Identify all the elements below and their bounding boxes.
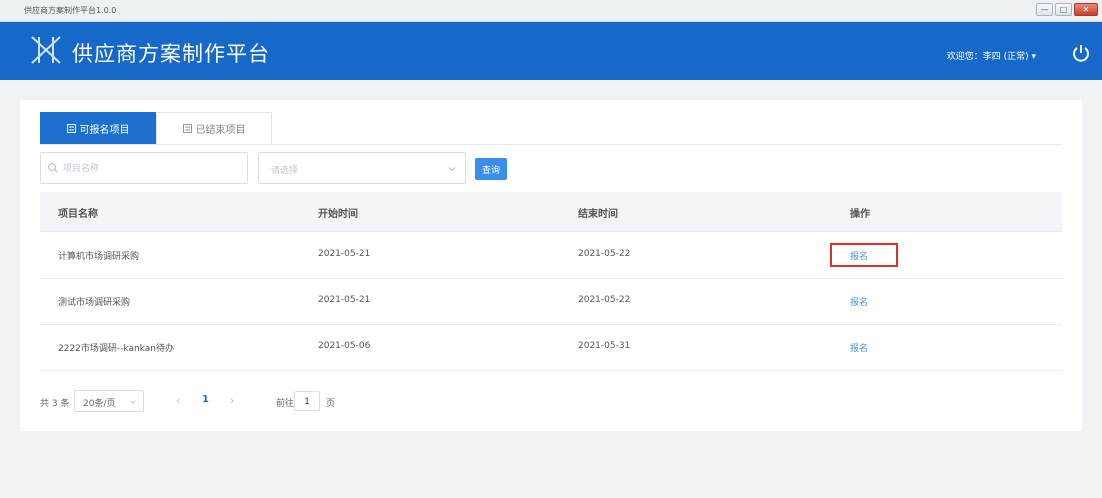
register-link[interactable]: 报名 — [850, 295, 868, 308]
chevron-down-icon — [130, 400, 136, 404]
table-row: 计算机市场调研采购 2021-05-21 2021-05-22 报名 — [40, 233, 1062, 279]
window-title: 供应商方案制作平台1.0.0 — [24, 6, 117, 15]
project-tabs: 可报名项目 已结束项目 — [40, 112, 272, 144]
cell-project-name: 计算机市场调研采购 — [58, 252, 140, 262]
tab-divider — [40, 144, 1062, 145]
window-titlebar: 供应商方案制作平台1.0.0 — □ ✕ — [0, 0, 1102, 22]
cell-end-time: 2021-05-22 — [578, 249, 631, 259]
lattice-logo-icon — [31, 36, 61, 64]
register-link[interactable]: 报名 — [850, 249, 868, 262]
page-size-select[interactable]: 20条/页 — [74, 390, 144, 412]
select-placeholder: 请选择 — [271, 166, 299, 176]
cell-start-time: 2021-05-21 — [318, 249, 371, 259]
table-row: 2222市场调研--kankan待办 2021-05-06 2021-05-31… — [40, 325, 1062, 371]
tab-available-projects[interactable]: 可报名项目 — [40, 112, 156, 144]
maximize-button[interactable]: □ — [1055, 3, 1072, 16]
cell-end-time: 2021-05-31 — [578, 341, 631, 351]
page-size-value: 20条/页 — [83, 399, 116, 409]
prev-page-button[interactable]: ‹ — [176, 394, 180, 407]
tab-ended-projects[interactable]: 已结束项目 — [156, 112, 272, 144]
cell-end-time: 2021-05-22 — [578, 295, 631, 305]
goto-label: 前往 — [276, 399, 295, 409]
window-controls: — □ ✕ — [1036, 3, 1098, 16]
column-header-action: 操作 — [850, 209, 870, 220]
page-number-current[interactable]: 1 — [202, 394, 209, 405]
cell-start-time: 2021-05-06 — [318, 341, 371, 351]
close-button[interactable]: ✕ — [1074, 3, 1098, 16]
user-menu[interactable]: 欢迎您：李四 (正常) ▾ — [947, 49, 1036, 62]
cell-project-name: 测试市场调研采购 — [58, 298, 131, 308]
app-header: 供应商方案制作平台 欢迎您：李四 (正常) ▾ — [0, 22, 1102, 80]
column-header-name: 项目名称 — [58, 209, 98, 220]
content-card: 可报名项目 已结束项目 请选择 查询 项目名称 开始时间 结束时间 操作 计算机… — [20, 100, 1082, 431]
table-header: 项目名称 开始时间 结束时间 操作 — [40, 192, 1062, 232]
project-name-search-input[interactable] — [40, 152, 248, 184]
minimize-button[interactable]: — — [1036, 3, 1053, 16]
column-header-start: 开始时间 — [318, 209, 358, 220]
table-row: 测试市场调研采购 2021-05-21 2021-05-22 报名 — [40, 279, 1062, 325]
column-header-end: 结束时间 — [578, 209, 618, 220]
chevron-down-icon — [448, 167, 456, 172]
search-icon — [47, 162, 58, 173]
list-icon — [66, 124, 76, 133]
tab-label: 可报名项目 — [79, 125, 130, 136]
pagination-total: 共 3 条 — [40, 399, 70, 409]
goto-page-input[interactable] — [294, 391, 320, 411]
app-title: 供应商方案制作平台 — [72, 42, 270, 66]
page-label: 页 — [326, 399, 336, 409]
search-button[interactable]: 查询 — [475, 158, 507, 180]
status-select[interactable]: 请选择 — [258, 152, 466, 184]
next-page-button[interactable]: › — [230, 394, 234, 407]
power-icon[interactable] — [1070, 42, 1092, 64]
cell-project-name: 2222市场调研--kankan待办 — [58, 344, 174, 354]
list-icon — [182, 124, 192, 133]
cell-start-time: 2021-05-21 — [318, 295, 371, 305]
register-link[interactable]: 报名 — [850, 341, 868, 354]
tab-label: 已结束项目 — [195, 125, 246, 136]
